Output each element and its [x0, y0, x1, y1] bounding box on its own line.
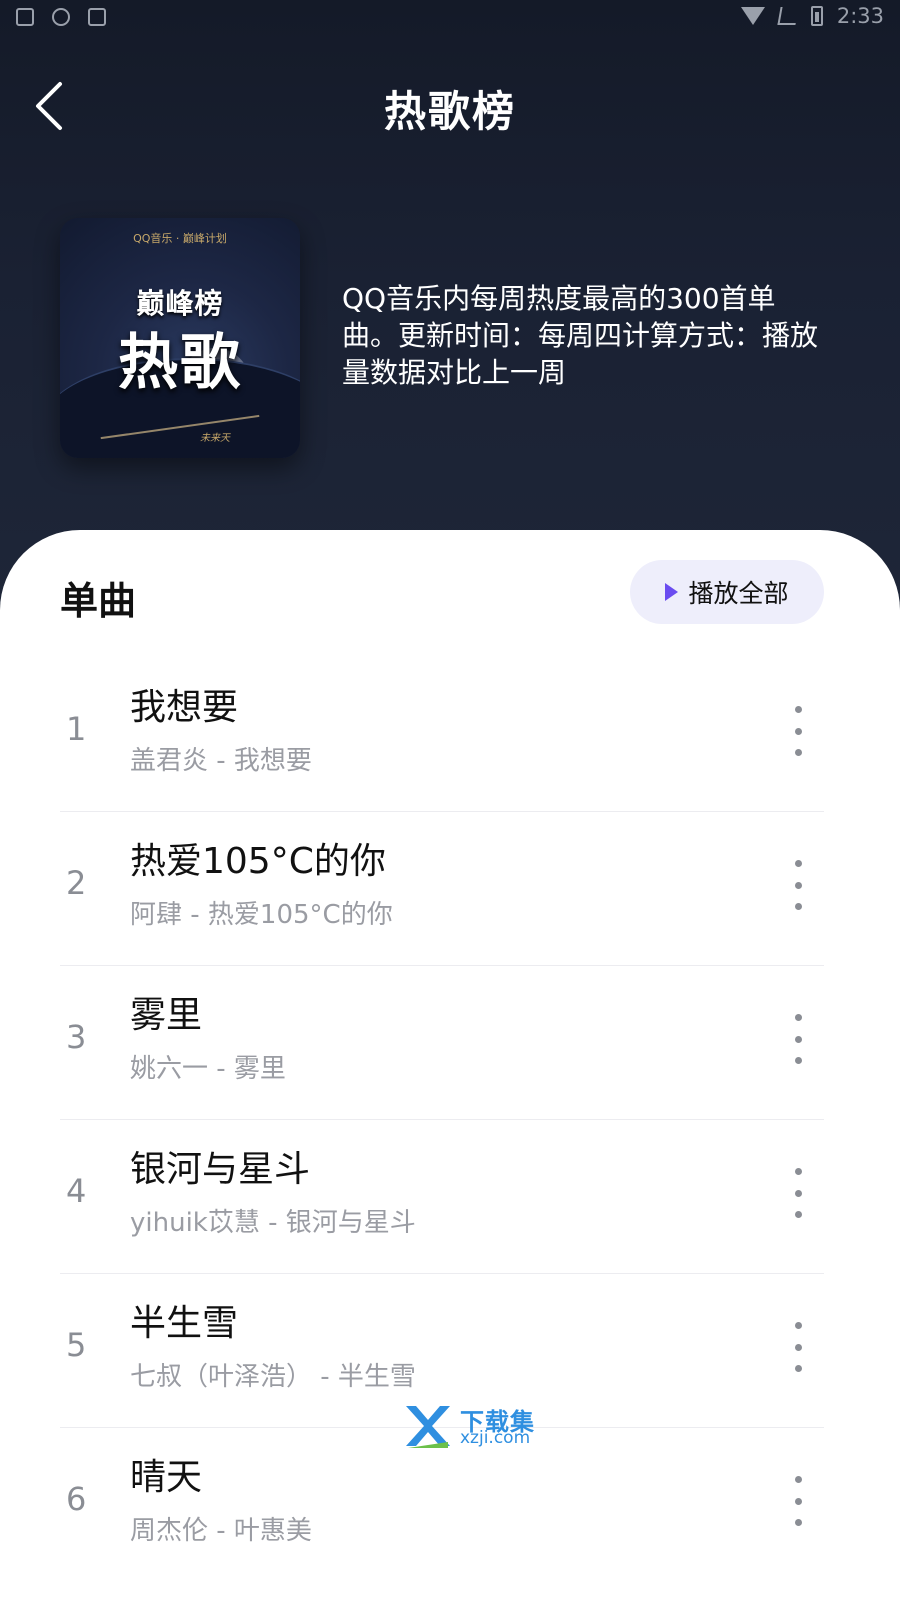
song-artist-album: 姚六一 - 雾里: [130, 1054, 286, 1084]
song-rank: 6: [66, 1480, 87, 1518]
cover-brand: QQ音乐 · 巅峰计划: [133, 232, 227, 245]
song-title: 银河与星斗: [130, 1149, 311, 1190]
watermark-x-icon: [406, 1406, 450, 1448]
song-title: 热爱105°C的你: [130, 841, 386, 882]
cover-signature: 未来天: [200, 433, 230, 444]
song-row[interactable]: 4 银河与星斗 yihuik苡慧 - 银河与星斗: [60, 1120, 824, 1274]
more-options-icon[interactable]: [786, 1168, 810, 1218]
shield-icon: [52, 8, 70, 26]
play-all-label: 播放全部: [688, 579, 789, 608]
no-signal-icon: [777, 7, 799, 25]
chart-cover-image: QQ音乐 · 巅峰计划 巅峰榜 热歌 未来天: [60, 218, 300, 458]
song-title: 晴天: [130, 1457, 203, 1498]
status-time: 2:33: [836, 4, 884, 28]
song-rank: 3: [66, 1018, 87, 1056]
chart-description: QQ音乐内每周热度最高的300首单曲。更新时间：每周四计算方式：播放量数据对比上…: [342, 282, 819, 389]
song-artist-album: 七叔（叶泽浩） - 半生雪: [130, 1362, 416, 1392]
more-options-icon[interactable]: [786, 706, 810, 756]
more-options-icon[interactable]: [786, 1322, 810, 1372]
image-icon: [16, 8, 34, 26]
song-rank: 5: [66, 1326, 87, 1364]
more-options-icon[interactable]: [786, 1014, 810, 1064]
song-rank: 4: [66, 1172, 87, 1210]
more-options-icon[interactable]: [786, 1476, 810, 1526]
play-all-button[interactable]: 播放全部: [630, 560, 824, 624]
battery-icon: [810, 6, 823, 26]
song-artist-album: 周杰伦 - 叶惠美: [130, 1516, 312, 1546]
section-title: 单曲: [60, 579, 137, 623]
page-title: 热歌榜: [383, 87, 516, 136]
status-bar: 2:33: [0, 0, 900, 36]
play-icon: [665, 583, 679, 601]
song-title: 雾里: [130, 995, 203, 1036]
cover-main-text: 热歌: [118, 328, 242, 398]
song-row[interactable]: 1 我想要 盖君炎 - 我想要: [60, 658, 824, 812]
song-artist-album: 阿肆 - 热爱105°C的你: [130, 900, 393, 930]
song-row[interactable]: 3 雾里 姚六一 - 雾里: [60, 966, 824, 1120]
wifi-icon: [740, 7, 765, 25]
watermark-logo: 下载集 xzji.com: [402, 1400, 542, 1454]
song-artist-album: yihuik苡慧 - 银河与星斗: [130, 1208, 416, 1238]
watermark-url: xzji.com: [460, 1428, 531, 1448]
song-artist-album: 盖君炎 - 我想要: [130, 746, 312, 776]
song-rank: 1: [66, 710, 87, 748]
song-rank: 2: [66, 864, 87, 902]
song-title: 半生雪: [130, 1303, 239, 1344]
font-icon: [88, 8, 106, 26]
more-options-icon[interactable]: [786, 860, 810, 910]
song-title: 我想要: [130, 687, 239, 728]
song-row[interactable]: 2 热爱105°C的你 阿肆 - 热爱105°C的你: [60, 812, 824, 966]
